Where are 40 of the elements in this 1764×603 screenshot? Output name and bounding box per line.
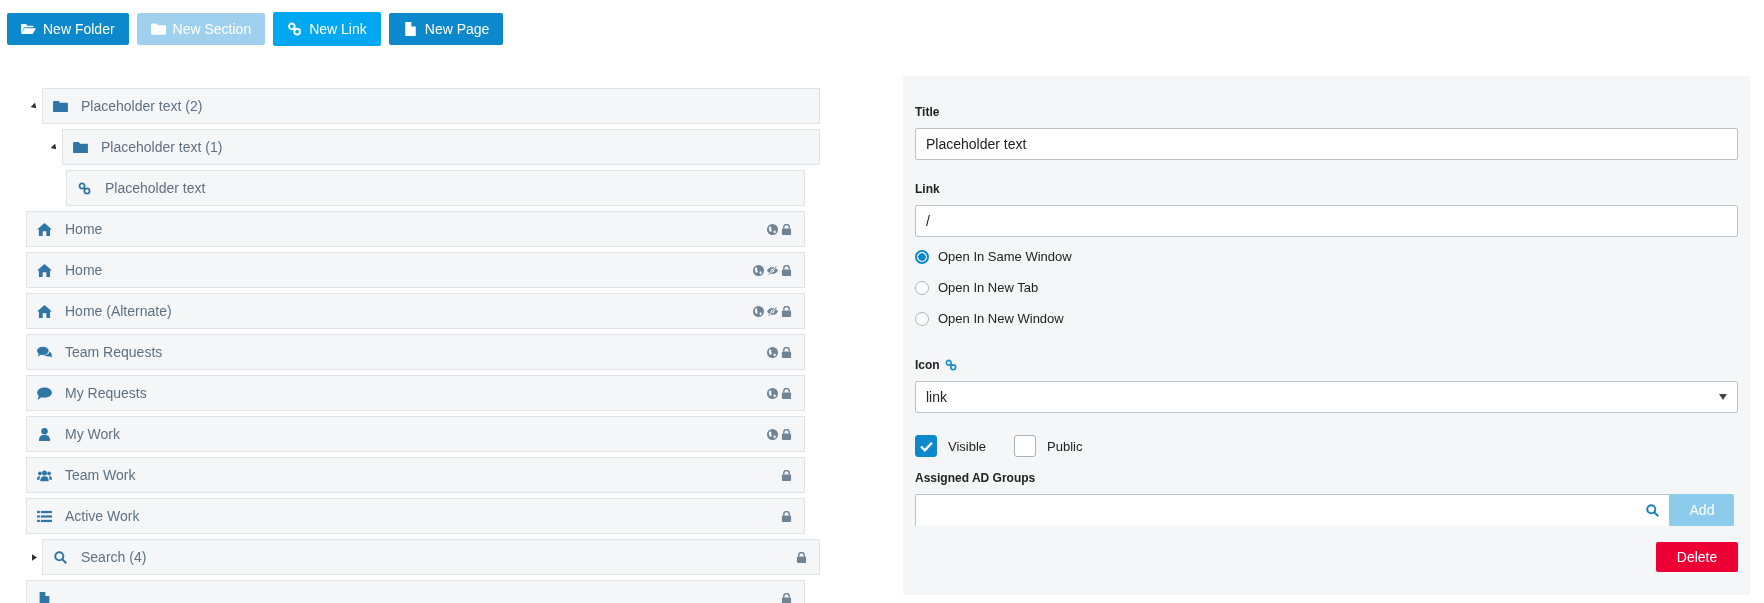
radio-label: Open In New Tab bbox=[938, 280, 1039, 295]
tree-item[interactable]: Placeholder text (1) bbox=[62, 129, 820, 165]
tree-item-label: Placeholder text bbox=[105, 180, 206, 196]
title-field[interactable]: Placeholder text bbox=[915, 128, 1738, 160]
field-label: Title bbox=[915, 105, 941, 119]
tree-item-label: Placeholder text (2) bbox=[81, 98, 203, 114]
tree-item-label: Home bbox=[65, 221, 103, 237]
link-field[interactable]: / bbox=[915, 205, 1738, 237]
toolbar-button[interactable]: New Link bbox=[273, 12, 381, 46]
tree-item[interactable]: Home bbox=[26, 252, 805, 288]
tree-item[interactable]: My Work bbox=[26, 416, 805, 452]
tree-item-label: My Work bbox=[65, 426, 120, 442]
field-label: Assigned AD Groups bbox=[915, 471, 1037, 485]
checkbox-label: Visible bbox=[948, 438, 987, 454]
tree-item-label: Team Requests bbox=[65, 344, 163, 360]
tree-item-label: Home (Alternate) bbox=[65, 303, 172, 319]
tree-item-label: Active Work bbox=[65, 508, 140, 524]
tree-item[interactable]: Placeholder text bbox=[66, 170, 805, 206]
icon-dropdown[interactable]: link bbox=[915, 381, 1738, 413]
tree-item-label: Team Work bbox=[65, 467, 136, 483]
tree-item-label: Placeholder text (1) bbox=[101, 139, 223, 155]
delete-button[interactable]: Delete bbox=[1656, 542, 1738, 572]
tree-item-label: Home bbox=[65, 262, 103, 278]
checkbox-label: Public bbox=[1047, 438, 1083, 454]
radio-label: Open In New Window bbox=[938, 311, 1064, 326]
toolbar-button[interactable]: New Page bbox=[388, 13, 504, 45]
tree-item[interactable]: Team Requests bbox=[26, 334, 805, 370]
radio-label: Open In Same Window bbox=[938, 249, 1072, 264]
tree-item[interactable]: Home bbox=[26, 211, 805, 247]
tree-item[interactable]: Home (Alternate) bbox=[26, 293, 805, 329]
tree-item-label: My Requests bbox=[65, 385, 147, 401]
tree-item[interactable]: Active Work bbox=[26, 498, 805, 534]
field-label: Link bbox=[915, 182, 941, 196]
tree-item-label: Search (4) bbox=[81, 549, 147, 565]
tree-item[interactable]: Placeholder text (2) bbox=[42, 88, 820, 124]
field-label: Icon bbox=[915, 358, 940, 372]
toolbar-button[interactable]: New Folder bbox=[7, 13, 129, 45]
tree-item[interactable]: My Requests bbox=[26, 375, 805, 411]
tree-item[interactable]: Search (4) bbox=[42, 539, 820, 575]
tree-item[interactable]: Team Work bbox=[26, 457, 805, 493]
